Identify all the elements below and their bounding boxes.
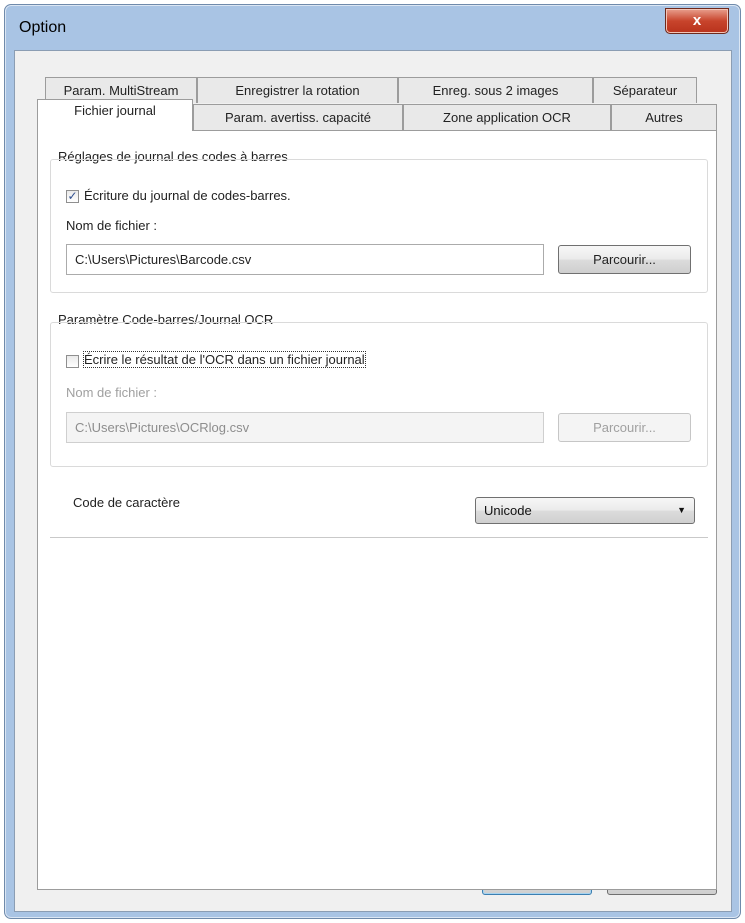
tab-separateur[interactable]: Séparateur: [593, 77, 697, 103]
barcode-log-checkbox-label[interactable]: Écriture du journal de codes-barres.: [84, 188, 291, 203]
ocr-log-checkbox-label[interactable]: Écrire le résultat de l'OCR dans un fich…: [83, 351, 366, 368]
tab-panel-fichier-journal: Réglages de journal des codes à barres ✓…: [37, 130, 717, 890]
charset-select[interactable]: Unicode ▼: [475, 497, 695, 524]
tab-fichier-journal[interactable]: Fichier journal: [37, 99, 193, 131]
title-bar[interactable]: Option x: [5, 5, 740, 51]
dialog-client-area: Param. MultiStream Enregistrer la rotati…: [14, 50, 732, 912]
close-button[interactable]: x: [665, 8, 729, 34]
charset-selected-value: Unicode: [484, 503, 532, 518]
tab-enreg-2-images[interactable]: Enreg. sous 2 images: [398, 77, 593, 103]
barcode-log-checkbox[interactable]: ✓: [66, 190, 79, 203]
tab-param-avertiss-capacite[interactable]: Param. avertiss. capacité: [193, 104, 403, 130]
option-dialog: Option x Param. MultiStream Enregistrer …: [4, 4, 741, 919]
barcode-filename-label: Nom de fichier :: [66, 218, 158, 233]
ocr-filename-input[interactable]: C:\Users\Pictures\OCRlog.csv: [66, 412, 544, 443]
close-icon: x: [692, 12, 702, 29]
chevron-down-icon: ▼: [677, 505, 686, 515]
tab-enregistrer-rotation[interactable]: Enregistrer la rotation: [197, 77, 398, 103]
ocr-log-checkbox[interactable]: [66, 355, 79, 368]
charset-label: Code de caractère: [73, 495, 180, 510]
ocr-browse-button[interactable]: Parcourir...: [558, 413, 691, 442]
checkmark-icon: ✓: [67, 189, 78, 203]
barcode-filename-input[interactable]: C:\Users\Pictures\Barcode.csv: [66, 244, 544, 275]
window-title: Option: [19, 19, 67, 36]
barcode-browse-button[interactable]: Parcourir...: [558, 245, 691, 274]
panel-divider: [50, 537, 708, 538]
tab-zone-application-ocr[interactable]: Zone application OCR: [403, 104, 611, 130]
ocr-filename-label: Nom de fichier :: [66, 385, 158, 400]
tab-autres[interactable]: Autres: [611, 104, 717, 130]
